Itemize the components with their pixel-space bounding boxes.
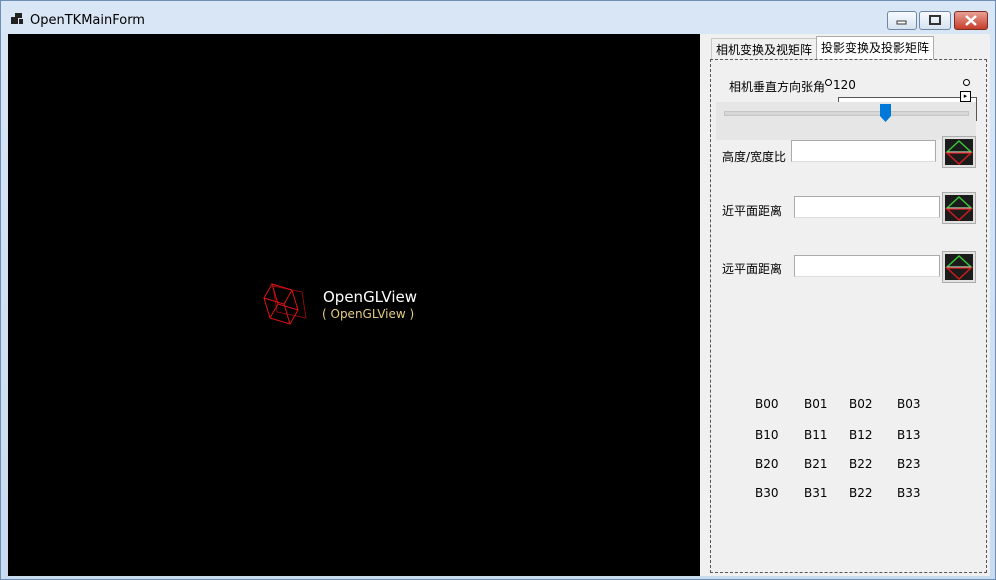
aspect-label: 高度/宽度比	[722, 150, 787, 164]
minimize-button[interactable]	[887, 11, 917, 30]
smart-tag-icon[interactable]: ▸	[960, 91, 971, 102]
apply-icon	[945, 254, 973, 280]
matrix-cell-b33: B33	[897, 486, 921, 500]
matrix-cell-b22: B22	[849, 457, 873, 471]
client-area: OpenGLView ( OpenGLView ) 相机变换及视矩阵 投影变换及…	[8, 34, 990, 576]
fov-value: 120	[833, 78, 856, 92]
matrix-cell-b32: B22	[849, 486, 873, 500]
slider-thumb-icon[interactable]	[880, 104, 891, 122]
apply-near-plane-button[interactable]	[942, 192, 976, 224]
matrix-cell-b30: B30	[755, 486, 779, 500]
near-plane-label: 近平面距离	[722, 204, 783, 218]
near-plane-input[interactable]	[794, 196, 940, 218]
maximize-button[interactable]	[919, 11, 951, 30]
main-window: OpenTKMainForm OpenGLView (OpenGLView)…	[0, 0, 996, 580]
apply-icon	[945, 139, 973, 165]
apply-aspect-button[interactable]	[942, 136, 976, 168]
minimize-icon	[896, 20, 907, 25]
matrix-cell-b21: B21	[804, 457, 828, 471]
projection-tab-page: 相机垂直方向张角 120 ▸ 高度/宽度比 近平面距离 远平面距离 B00 B0…	[710, 59, 987, 573]
title-bar[interactable]: OpenTKMainForm	[1, 1, 995, 34]
opengl-view-name: OpenGLView	[323, 288, 417, 306]
apply-far-plane-button[interactable]	[942, 251, 976, 283]
aspect-input[interactable]	[791, 140, 936, 162]
matrix-cell-b20: B20	[755, 457, 779, 471]
app-icon	[11, 13, 23, 25]
fov-slider[interactable]	[716, 102, 976, 140]
fov-label: 相机垂直方向张角	[729, 80, 826, 94]
tab-camera-transform[interactable]: 相机变换及视矩阵	[711, 38, 818, 61]
matrix-cell-b02: B02	[849, 397, 873, 411]
cube-icon	[263, 283, 307, 325]
opengl-view[interactable]: OpenGLView ( OpenGLView )	[8, 34, 700, 576]
tab-control: 相机变换及视矩阵 投影变换及投影矩阵 相机垂直方向张角 120 ▸ 高度/宽度比	[700, 34, 990, 576]
matrix-cell-b01: B01	[804, 397, 828, 411]
close-button[interactable]	[954, 11, 988, 30]
far-plane-input[interactable]	[794, 255, 940, 277]
close-icon	[965, 15, 977, 26]
far-plane-label: 远平面距离	[722, 262, 783, 276]
matrix-cell-b03: B03	[897, 397, 921, 411]
matrix-cell-b12: B12	[849, 428, 873, 442]
fov-slider-track	[724, 111, 969, 116]
opengl-view-subtitle: ( OpenGLView )	[322, 307, 415, 321]
matrix-cell-b23: B23	[897, 457, 921, 471]
matrix-cell-b11: B11	[804, 428, 828, 442]
tab-projection-transform[interactable]: 投影变换及投影矩阵	[816, 36, 935, 61]
resize-handle-left[interactable]	[825, 79, 832, 86]
matrix-cell-b13: B13	[897, 428, 921, 442]
matrix-cell-b10: B10	[755, 428, 779, 442]
matrix-cell-b31: B31	[804, 486, 828, 500]
apply-icon	[945, 195, 973, 221]
maximize-icon	[929, 15, 941, 25]
resize-handle-right[interactable]	[963, 79, 970, 86]
window-title: OpenTKMainForm	[30, 13, 145, 28]
matrix-cell-b00: B00	[755, 397, 779, 411]
